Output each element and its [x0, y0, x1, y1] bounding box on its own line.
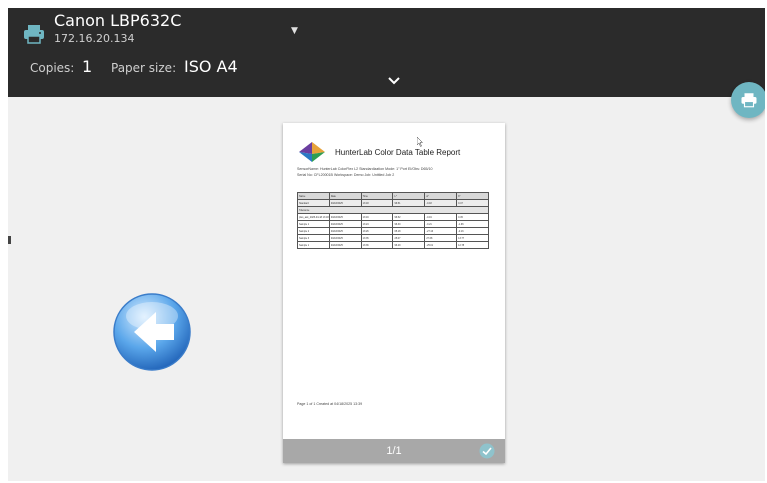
table-cell: 0.45: [456, 213, 489, 221]
side-edge-marker: [8, 236, 11, 244]
copies-value[interactable]: 1: [82, 57, 92, 76]
table-row: Standard 04/18/2025 13:18 96.51 -0.18 0.…: [297, 199, 489, 207]
table-cell: -27.16: [424, 227, 458, 235]
report-footer: Page 1 of 1 Created at 04/18/2025 13:39: [297, 402, 363, 406]
check-circle-icon[interactable]: [479, 443, 495, 459]
hunterlab-logo: [299, 142, 325, 162]
table-cell: -0.21: [424, 220, 458, 228]
printer-name[interactable]: Canon LBP632C: [54, 11, 181, 30]
print-icon: [741, 93, 757, 108]
table-cell: Sample 1: [297, 241, 330, 249]
paper-size-label: Paper size:: [111, 61, 177, 75]
table-row: Sample 2 04/18/2025 13:26 65.18 -27.16 -…: [297, 227, 489, 235]
table-row: Sample 1 04/18/2025 13:36 96.29 -25.01 1…: [297, 241, 489, 249]
table-cell: 04/18/2025: [328, 241, 362, 249]
table-cell: Standard: [297, 199, 330, 207]
table-cell: 0.47: [456, 199, 489, 207]
table-cell: 13:26: [360, 227, 394, 235]
page-counter: 1/1: [386, 445, 402, 457]
table-cell: 96.29: [392, 241, 426, 249]
printer-ip-address: 172.16.20.134: [54, 32, 135, 45]
table-cell: Sample 1: [297, 220, 330, 228]
table-cell: Sample 2: [297, 227, 330, 235]
table-cell: -25.01: [424, 241, 458, 249]
report-data-table: Name Date Time L* a* b* Standard 04/18/2…: [297, 192, 489, 249]
print-button[interactable]: [731, 82, 765, 118]
table-cell: -0.19: [424, 213, 458, 221]
table-cell: 25.07: [392, 234, 426, 242]
table-cell: 04/18/2025: [328, 213, 362, 221]
back-arrow-icon[interactable]: [112, 292, 192, 372]
table-header-cell: a*: [424, 192, 458, 200]
table-row: Tolerance: [297, 206, 489, 214]
table-cell: 13:36: [360, 241, 394, 249]
table-cell: 13:19: [360, 213, 394, 221]
table-cell: 13:35: [360, 234, 394, 242]
table-header-cell: Time: [360, 192, 394, 200]
table-cell: 04/18/2025: [328, 227, 362, 235]
paper-size-value[interactable]: ISO A4: [184, 57, 238, 76]
table-cell: Sample 3: [297, 234, 330, 242]
table-header-cell: L*: [392, 192, 426, 200]
caret-down-icon[interactable]: ▼: [291, 26, 298, 36]
table-cell: 27.68: [424, 234, 458, 242]
table-cell: 04/18/2025: [328, 220, 362, 228]
table-header-row: Name Date Time L* a* b*: [297, 192, 489, 200]
printer-icon: [24, 25, 44, 44]
table-cell: -0.16: [456, 227, 489, 235]
table-row: Sample 1 04/18/2025 13:24 96.30 -0.21 -1…: [297, 220, 489, 228]
report-info-line-1: SensorName: HunterLab ColorFlex L2 Stand…: [297, 167, 433, 171]
table-cell: 04/18/2025: [328, 199, 362, 207]
document-preview-page[interactable]: HunterLab Color Data Table Report Sensor…: [283, 123, 505, 463]
table-cell: 96.51: [392, 199, 426, 207]
table-cell: 04/18/2025: [328, 234, 362, 242]
table-cell: 13.77: [456, 234, 489, 242]
table-cell: 96.30: [392, 220, 426, 228]
table-row: Sample 3 04/18/2025 13:35 25.07 27.68 13…: [297, 234, 489, 242]
print-preview-screen: Canon LBP632C 172.16.20.134 ▼ Copies: 1 …: [8, 8, 765, 481]
table-cell: 13:24: [360, 220, 394, 228]
table-cell: 96.52: [392, 213, 426, 221]
table-header-cell: b*: [456, 192, 489, 200]
table-cell: 13:18: [360, 199, 394, 207]
report-info-line-2: Serial No: CFL20001B Workspace: Demo Job…: [297, 173, 395, 177]
table-cell: 12.78: [456, 241, 489, 249]
table-cell: -0.18: [424, 199, 458, 207]
table-cell: 65.18: [392, 227, 426, 235]
table-cell: plus_ask_2025-04-18 13:18:21: [297, 213, 330, 221]
chevron-down-icon[interactable]: [386, 75, 402, 87]
report-title: HunterLab Color Data Table Report: [335, 148, 461, 157]
table-header-cell: Name: [297, 192, 330, 200]
page-indicator-bar: 1/1: [283, 439, 505, 463]
print-settings-header: Canon LBP632C 172.16.20.134 ▼ Copies: 1 …: [8, 8, 765, 97]
copies-label: Copies:: [30, 61, 75, 75]
table-cell: Tolerance: [297, 206, 489, 214]
table-row: plus_ask_2025-04-18 13:18:21 04/18/2025 …: [297, 213, 489, 221]
mouse-cursor-icon: [417, 137, 423, 147]
table-cell: -1.96: [456, 220, 489, 228]
table-header-cell: Date: [328, 192, 362, 200]
